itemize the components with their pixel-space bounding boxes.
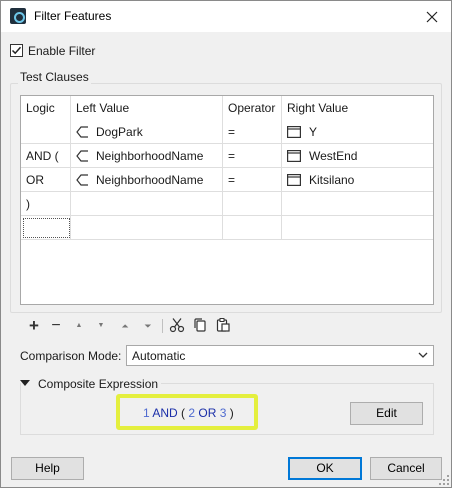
text-value-icon <box>287 126 301 138</box>
attribute-icon <box>76 150 88 162</box>
right-value-cell[interactable] <box>282 216 433 240</box>
move-down-button[interactable]: ▼ <box>92 317 110 335</box>
focused-cell-indicator <box>23 218 70 238</box>
window-title: Filter Features <box>34 9 112 23</box>
operator-cell[interactable] <box>223 192 282 216</box>
expr-paren: ( <box>181 406 186 420</box>
operator-cell[interactable]: = <box>223 168 282 192</box>
text-value-icon <box>287 174 301 186</box>
right-value-cell[interactable]: Y <box>282 120 433 144</box>
table-row[interactable]: ) <box>21 192 433 216</box>
filter-features-dialog: Filter Features Enable Filter Test Claus… <box>0 0 452 488</box>
move-top-button[interactable]: ⏶ <box>116 317 134 335</box>
right-value-text: Y <box>309 125 318 139</box>
left-value-cell[interactable] <box>71 192 223 216</box>
left-value-text: DogPark <box>96 125 143 139</box>
chevron-down-icon <box>418 352 428 358</box>
table-header: Logic Left Value Operator Right Value <box>21 96 433 120</box>
composite-group-top-border <box>161 383 434 384</box>
expr-token: 3 <box>219 406 227 420</box>
checkmark-icon <box>11 46 22 55</box>
right-value-cell[interactable]: Kitsilano <box>282 168 433 192</box>
left-value-text: NeighborhoodName <box>96 173 204 187</box>
paste-icon <box>216 318 230 332</box>
edit-button[interactable]: Edit <box>350 402 423 425</box>
ok-button[interactable]: OK <box>288 457 362 480</box>
logic-cell[interactable] <box>21 120 71 144</box>
operator-cell[interactable]: = <box>223 144 282 168</box>
attribute-icon <box>76 174 88 186</box>
column-header-operator[interactable]: Operator <box>223 96 282 120</box>
left-value-text: NeighborhoodName <box>96 149 204 163</box>
logic-cell[interactable]: AND ( <box>21 144 71 168</box>
right-value-text: Kitsilano <box>309 173 355 187</box>
comparison-mode-select[interactable]: Automatic <box>126 345 434 366</box>
comparison-mode-value: Automatic <box>132 349 186 363</box>
title-bar: Filter Features <box>1 1 451 32</box>
test-clauses-label: Test Clauses <box>18 70 91 84</box>
composite-expression-label: Composite Expression <box>38 377 159 391</box>
right-value-text: WestEnd <box>309 149 358 163</box>
app-icon <box>10 8 26 24</box>
operator-cell[interactable] <box>223 216 282 240</box>
right-value-cell[interactable]: WestEnd <box>282 144 433 168</box>
table-row[interactable]: OR NeighborhoodName = Kitsilano <box>21 168 433 192</box>
copy-icon <box>194 318 206 332</box>
logic-cell[interactable]: ) <box>21 192 71 216</box>
help-button[interactable]: Help <box>11 457 84 480</box>
scissors-icon <box>169 318 185 333</box>
left-value-cell[interactable]: NeighborhoodName <box>71 144 223 168</box>
cancel-button[interactable]: Cancel <box>370 457 442 480</box>
expr-paren: ) <box>229 406 234 420</box>
close-icon[interactable] <box>421 5 443 27</box>
operator-cell[interactable]: = <box>223 120 282 144</box>
attribute-icon <box>76 126 88 138</box>
column-header-logic[interactable]: Logic <box>21 96 71 120</box>
expr-keyword: OR <box>198 406 217 420</box>
toolbar-separator <box>162 319 163 333</box>
expr-token: 2 <box>188 406 196 420</box>
text-value-icon <box>287 150 301 162</box>
left-value-cell[interactable]: NeighborhoodName <box>71 168 223 192</box>
column-header-left-value[interactable]: Left Value <box>71 96 223 120</box>
remove-clause-button[interactable]: − <box>47 317 65 335</box>
comparison-mode-label: Comparison Mode: <box>20 349 122 363</box>
column-header-right-value[interactable]: Right Value <box>282 96 433 120</box>
enable-filter-label: Enable Filter <box>28 44 96 58</box>
table-row[interactable]: AND ( NeighborhoodName = WestEnd <box>21 144 433 168</box>
move-up-button[interactable]: ▲ <box>70 317 88 335</box>
expr-token: 1 <box>143 406 150 420</box>
expr-keyword: AND <box>152 406 178 420</box>
paste-button[interactable] <box>214 317 232 335</box>
right-value-cell[interactable] <box>282 192 433 216</box>
add-clause-button[interactable]: + <box>25 317 43 335</box>
logic-cell[interactable]: OR <box>21 168 71 192</box>
collapse-triangle-icon <box>20 380 30 386</box>
resize-grip-icon[interactable] <box>439 475 449 485</box>
copy-button[interactable] <box>191 317 209 335</box>
table-row[interactable] <box>21 216 433 240</box>
test-clauses-table[interactable]: Logic Left Value Operator Right Value Do… <box>20 95 434 305</box>
enable-filter-checkbox[interactable] <box>10 44 23 57</box>
left-value-cell[interactable] <box>71 216 223 240</box>
table-row[interactable]: DogPark = Y <box>21 120 433 144</box>
left-value-cell[interactable]: DogPark <box>71 120 223 144</box>
composite-expression-text: 1 AND ( 2 OR 3 ) <box>143 406 234 420</box>
cut-button[interactable] <box>168 317 186 335</box>
move-bottom-button[interactable]: ⏷ <box>139 317 157 335</box>
